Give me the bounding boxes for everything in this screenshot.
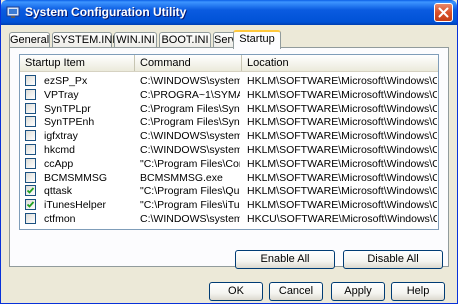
startup-item-name: qttask [44, 185, 73, 198]
startup-command: C:\WINDOWS\system... [140, 213, 240, 225]
startup-command: BCMSMMSG.exe [140, 171, 223, 184]
startup-item-name: ctfmon [44, 213, 76, 225]
startup-checkbox[interactable] [25, 102, 36, 114]
startup-item-name: hkcmd [44, 144, 75, 156]
startup-list[interactable]: Startup Item Command Location ezSP_Px C:\… [19, 54, 439, 230]
startup-item-name: SynTPEnh [44, 116, 95, 129]
startup-checkbox[interactable] [25, 199, 36, 211]
startup-checkbox[interactable] [25, 75, 36, 86]
column-header-location[interactable]: Location [242, 55, 438, 71]
startup-item-name: VPTray [44, 88, 79, 101]
ok-button[interactable]: OK [209, 282, 263, 301]
startup-location: HKLM\SOFTWARE\Microsoft\Windows\CurrentV… [247, 75, 437, 87]
disable-all-button[interactable]: Disable All [343, 250, 443, 269]
startup-checkbox[interactable] [25, 116, 36, 128]
apply-button[interactable]: Apply [331, 282, 385, 301]
startup-item-name: ezSP_Px [44, 75, 88, 87]
startup-location: HKCU\SOFTWARE\Microsoft\Windows\CurrentV… [247, 213, 437, 225]
help-button[interactable]: Help [391, 282, 445, 301]
system-configuration-window: System Configuration Utility General SYS… [0, 0, 458, 304]
startup-command: C:\Program Files\Syna... [140, 102, 240, 115]
startup-checkbox[interactable] [25, 144, 36, 155]
column-header-command[interactable]: Command [135, 55, 242, 71]
window-title: System Configuration Utility [25, 5, 187, 19]
enable-all-button[interactable]: Enable All [235, 250, 335, 269]
startup-location: HKLM\SOFTWARE\Microsoft\Windows\CurrentV… [247, 171, 437, 184]
startup-command: C:\WINDOWS\system... [140, 130, 240, 143]
startup-item-name: iTunesHelper [44, 199, 107, 212]
tab-boot-ini[interactable]: BOOT.INI [159, 32, 211, 48]
table-row[interactable]: SynTPEnh C:\Program Files\Syna... HKLM\SOF… [20, 116, 438, 129]
startup-checkbox[interactable] [25, 171, 36, 183]
tab-system-ini[interactable]: SYSTEM.INI [52, 32, 115, 48]
startup-location: HKLM\SOFTWARE\Microsoft\Windows\CurrentV… [247, 185, 437, 198]
startup-location: HKLM\SOFTWARE\Microsoft\Windows\CurrentV… [247, 102, 437, 115]
table-row[interactable]: ctfmon C:\WINDOWS\system... HKCU\SOFTWARE\… [20, 213, 438, 226]
startup-location: HKLM\SOFTWARE\Microsoft\Windows\CurrentV… [247, 199, 437, 212]
app-icon [6, 6, 20, 18]
startup-checkbox[interactable] [25, 157, 36, 169]
startup-checkbox[interactable] [25, 213, 36, 224]
tab-startup[interactable]: Startup [233, 30, 281, 49]
startup-location: HKLM\SOFTWARE\Microsoft\Windows\CurrentV… [247, 157, 437, 170]
cancel-button[interactable]: Cancel [269, 282, 323, 301]
startup-checkbox[interactable] [25, 185, 36, 197]
checkmark-icon [26, 201, 35, 208]
startup-location: HKLM\SOFTWARE\Microsoft\Windows\CurrentV… [247, 88, 437, 101]
startup-item-name: ccApp [44, 157, 74, 170]
startup-command: C:\WINDOWS\system... [140, 75, 240, 87]
table-row[interactable]: ezSP_Px C:\WINDOWS\system... HKLM\SOFTWARE… [20, 75, 438, 88]
startup-location: HKLM\SOFTWARE\Microsoft\Windows\CurrentV… [247, 116, 437, 129]
close-icon [438, 7, 449, 18]
checkmark-icon [26, 187, 35, 195]
column-header-startup-item[interactable]: Startup Item [20, 55, 135, 71]
startup-item-name: igfxtray [44, 130, 78, 143]
table-row[interactable]: qttask "C:\Program Files\Quic... HKLM\SOFT… [20, 185, 438, 198]
startup-command: C:\PROGRA~1\SYMA... [140, 88, 240, 101]
table-row[interactable]: BCMSMMSG BCMSMMSG.exe HKLM\SOFTWARE\Micros… [20, 171, 438, 185]
list-header: Startup Item Command Location [20, 55, 438, 72]
tab-general[interactable]: General [9, 32, 50, 48]
startup-item-name: SynTPLpr [44, 102, 91, 115]
startup-command: "C:\Program Files\iTun... [140, 199, 240, 212]
startup-panel: Startup Item Command Location ezSP_Px C:\… [9, 47, 449, 269]
startup-command: "C:\Program Files\Quic... [140, 185, 240, 198]
table-row[interactable]: igfxtray C:\WINDOWS\system... HKLM\SOFTWAR… [20, 130, 438, 143]
startup-command: "C:\Program Files\Com... [140, 157, 240, 170]
table-row[interactable]: hkcmd C:\WINDOWS\system... HKLM\SOFTWARE\M… [20, 144, 438, 157]
title-bar[interactable]: System Configuration Utility [1, 0, 457, 25]
startup-item-name: BCMSMMSG [44, 171, 107, 184]
startup-command: C:\WINDOWS\system... [140, 144, 240, 156]
close-button[interactable] [434, 3, 453, 22]
startup-checkbox[interactable] [25, 130, 36, 142]
table-row[interactable]: VPTray C:\PROGRA~1\SYMA... HKLM\SOFTWARE\M… [20, 88, 438, 102]
table-row[interactable]: ccApp "C:\Program Files\Com... HKLM\SOFTWA… [20, 157, 438, 171]
startup-location: HKLM\SOFTWARE\Microsoft\Windows\CurrentV… [247, 130, 437, 143]
startup-location: HKLM\SOFTWARE\Microsoft\Windows\CurrentV… [247, 144, 437, 156]
table-row[interactable]: SynTPLpr C:\Program Files\Syna... HKLM\SOF… [20, 102, 438, 116]
startup-checkbox[interactable] [25, 88, 36, 100]
startup-command: C:\Program Files\Syna... [140, 116, 240, 129]
table-row[interactable]: iTunesHelper "C:\Program Files\iTun... HKL… [20, 199, 438, 212]
tab-win-ini[interactable]: WIN.INI [114, 32, 157, 48]
